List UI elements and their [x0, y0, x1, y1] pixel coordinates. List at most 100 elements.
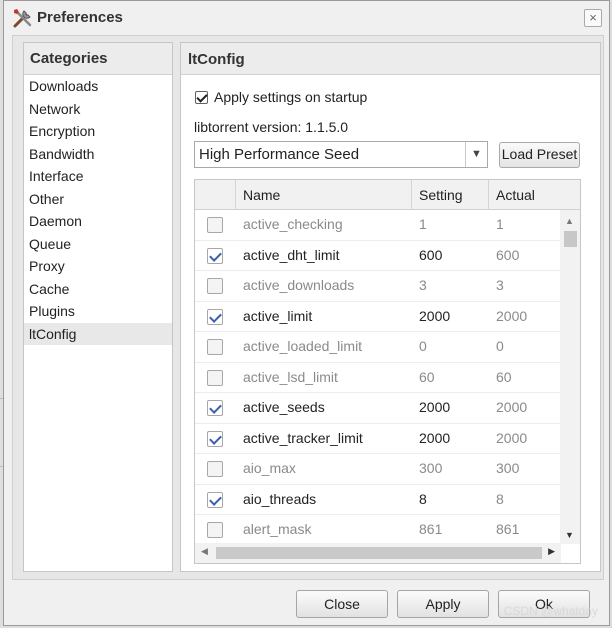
setting-name: aio_max — [243, 460, 296, 476]
actual-value: 2000 — [496, 307, 528, 324]
setting-value[interactable]: 8 — [419, 491, 427, 507]
close-icon[interactable]: × — [584, 9, 602, 27]
table-row[interactable]: active_seeds 2000 2000 — [195, 393, 561, 424]
row-checkbox[interactable] — [207, 430, 223, 447]
setting-name: active_tracker_limit — [243, 429, 363, 446]
table-row[interactable]: active_dht_limit 600 600 — [195, 241, 561, 271]
settings-grid: Name Setting Actual active_checking 1 1 act… — [194, 179, 581, 564]
vertical-scroll-thumb[interactable] — [564, 231, 577, 247]
actual-value: 60 — [496, 368, 512, 385]
setting-name: alert_mask — [243, 521, 312, 537]
setting-name: active_checking — [243, 216, 343, 232]
row-checkbox[interactable] — [207, 491, 223, 508]
setting-value[interactable]: 2000 — [419, 308, 450, 324]
dialog-body: Categories Downloads Network Encryption Ban… — [12, 35, 604, 580]
sidebar-item-proxy[interactable]: Proxy — [24, 255, 172, 278]
setting-value[interactable]: 60 — [419, 369, 435, 385]
setting-value[interactable]: 300 — [419, 460, 442, 476]
preferences-dialog: Preferences × Categories Downloads Networ… — [3, 0, 610, 626]
column-header-name[interactable]: Name — [235, 180, 411, 210]
setting-name: active_seeds — [243, 399, 325, 415]
apply-button[interactable]: Apply — [397, 590, 489, 618]
row-checkbox[interactable] — [207, 400, 223, 416]
horizontal-scrollbar[interactable]: ◀ ▶ — [195, 543, 561, 563]
vertical-scrollbar[interactable]: ▲ ▼ — [560, 210, 580, 544]
categories-list: Downloads Network Encryption Bandwidth Inter… — [24, 75, 172, 345]
grid-rows: active_checking 1 1 active_dht_limit 600 600 a… — [195, 210, 561, 546]
actual-value: 300 — [496, 460, 520, 476]
chevron-down-icon[interactable]: ▼ — [465, 142, 487, 167]
actual-value: 8 — [496, 490, 504, 507]
libtorrent-version: libtorrent version: 1.1.5.0 — [194, 119, 349, 135]
setting-name: active_downloads — [243, 277, 355, 293]
table-row[interactable]: aio_threads 8 8 — [195, 485, 561, 515]
setting-name: aio_threads — [243, 490, 317, 507]
sidebar-item-bandwidth[interactable]: Bandwidth — [24, 143, 172, 166]
sidebar-item-ltconfig[interactable]: ltConfig — [24, 322, 172, 345]
sidebar-item-plugins[interactable]: Plugins — [24, 300, 172, 323]
setting-value[interactable]: 2000 — [419, 399, 450, 415]
row-checkbox[interactable] — [207, 278, 223, 294]
actual-value: 1 — [496, 216, 504, 232]
table-row[interactable]: active_checking 1 1 — [195, 210, 561, 241]
scroll-down-icon[interactable]: ▼ — [565, 530, 574, 540]
close-button[interactable]: Close — [296, 590, 388, 618]
actual-value: 2000 — [496, 399, 528, 415]
column-header-setting[interactable]: Setting — [411, 180, 488, 210]
categories-panel: Categories Downloads Network Encryption Ban… — [23, 42, 173, 572]
preset-select[interactable]: High Performance Seed ▼ — [194, 141, 488, 168]
apply-on-startup-label: Apply settings on startup — [214, 89, 368, 106]
sidebar-item-downloads[interactable]: Downloads — [24, 75, 172, 98]
setting-value[interactable]: 600 — [419, 247, 442, 263]
actual-value: 861 — [496, 521, 520, 537]
table-row[interactable]: active_loaded_limit 0 0 — [195, 332, 561, 363]
row-checkbox[interactable] — [207, 369, 223, 386]
table-row[interactable]: alert_mask 861 861 — [195, 515, 561, 546]
sidebar-item-network[interactable]: Network — [24, 98, 172, 121]
watermark: CSDN @whatday — [503, 604, 598, 618]
setting-value[interactable]: 2000 — [419, 430, 450, 446]
setting-name: active_dht_limit — [243, 246, 340, 263]
row-checkbox[interactable] — [207, 339, 223, 355]
ltconfig-panel: ltConfig Apply settings on startup libto… — [180, 42, 601, 572]
row-checkbox[interactable] — [207, 461, 223, 477]
row-checkbox[interactable] — [207, 308, 223, 325]
row-checkbox[interactable] — [207, 247, 223, 264]
setting-value[interactable]: 1 — [419, 216, 427, 232]
sidebar-item-other[interactable]: Other — [24, 188, 172, 211]
title-bar[interactable]: Preferences × — [4, 1, 609, 35]
actual-value: 600 — [496, 246, 520, 263]
scroll-left-icon[interactable]: ◀ — [201, 546, 208, 557]
actual-value: 0 — [496, 338, 504, 354]
column-header-actual[interactable]: Actual — [488, 180, 565, 210]
ltconfig-header: ltConfig — [181, 43, 600, 75]
tools-icon — [13, 9, 32, 28]
table-row[interactable]: aio_max 300 300 — [195, 454, 561, 485]
categories-header: Categories — [24, 43, 172, 75]
apply-on-startup-option[interactable]: Apply settings on startup — [195, 88, 367, 105]
load-preset-button[interactable]: Load Preset — [499, 142, 580, 168]
horizontal-scroll-thumb[interactable] — [216, 547, 542, 559]
sidebar-item-queue[interactable]: Queue — [24, 233, 172, 256]
preset-selected-value: High Performance Seed — [199, 146, 360, 163]
row-checkbox[interactable] — [207, 217, 223, 233]
actual-value: 2000 — [496, 429, 528, 446]
setting-name: active_loaded_limit — [243, 338, 363, 354]
actual-value: 3 — [496, 277, 504, 293]
table-row[interactable]: active_lsd_limit 60 60 — [195, 363, 561, 393]
table-row[interactable]: active_limit 2000 2000 — [195, 302, 561, 332]
setting-value[interactable]: 861 — [419, 521, 442, 537]
column-header-checkbox[interactable] — [195, 180, 235, 210]
sidebar-item-interface[interactable]: Interface — [24, 165, 172, 188]
apply-on-startup-checkbox[interactable] — [195, 90, 208, 104]
setting-value[interactable]: 0 — [419, 338, 427, 354]
sidebar-item-cache[interactable]: Cache — [24, 278, 172, 301]
sidebar-item-daemon[interactable]: Daemon — [24, 210, 172, 233]
scroll-up-icon[interactable]: ▲ — [565, 216, 574, 226]
setting-value[interactable]: 3 — [419, 277, 427, 293]
row-checkbox[interactable] — [207, 522, 223, 538]
scroll-right-icon[interactable]: ▶ — [548, 546, 555, 557]
table-row[interactable]: active_downloads 3 3 — [195, 271, 561, 302]
table-row[interactable]: active_tracker_limit 2000 2000 — [195, 424, 561, 454]
sidebar-item-encryption[interactable]: Encryption — [24, 120, 172, 143]
